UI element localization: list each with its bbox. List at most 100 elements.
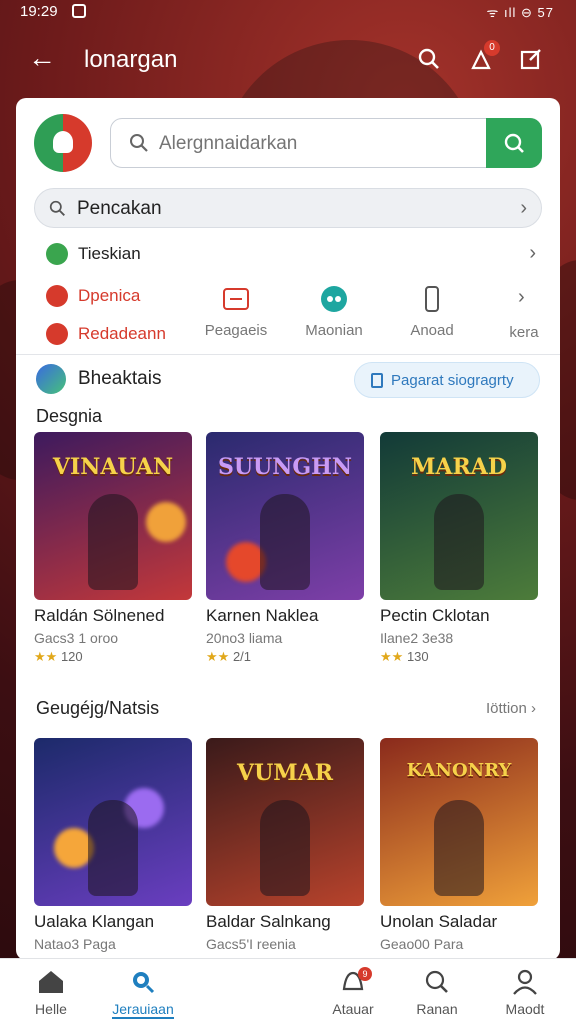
search-icon (504, 133, 524, 153)
bottom-navigation: Helle Jerauiaan 9 Atauar Ranan Maodt (0, 958, 576, 1024)
game-name: Raldán Sölnened (34, 606, 165, 625)
search-input[interactable] (159, 131, 479, 157)
game-rating: ★★ 2/1 (206, 649, 364, 665)
star-icon: ★★ (34, 649, 58, 664)
status-bar: 19:29 ᯤ ıll ⊖ 57 (0, 0, 576, 26)
nav-item-home[interactable]: Helle (6, 969, 96, 1017)
game-logo: VUMAR (237, 760, 333, 786)
fire-effect (146, 502, 186, 542)
nav-label: Maodt (505, 1001, 545, 1017)
search-submit-button[interactable] (486, 118, 542, 168)
list-item-label: Dpenica (78, 286, 141, 305)
main-card: Pencakan › Tieskian › Dpenica Redadeann … (16, 98, 560, 960)
game-name: Baldar Salnkang (206, 912, 331, 931)
search-icon (130, 134, 148, 152)
game-logo: SUUNGHN (217, 454, 353, 480)
status-time: 19:29 (20, 3, 58, 20)
chevron-right-icon[interactable]: › (518, 286, 525, 309)
search-icon (49, 200, 65, 216)
game-hero (260, 494, 310, 590)
game-hero (260, 800, 310, 896)
clipboard-icon (371, 373, 383, 388)
game-card[interactable]: MARAD Pectin Cklotan Ilane2 3e38 ★★ 130 (380, 432, 538, 665)
game-logo: VINAUAN (52, 454, 174, 480)
nav-item-search[interactable]: Jerauiaan (98, 969, 188, 1019)
list-item-label: Redadeann (78, 324, 166, 343)
list-item-redadeann[interactable]: Redadeann (46, 322, 186, 348)
game-card[interactable]: SUUNGHN Karnen Naklea 20no3 liama ★★ 2/1 (206, 432, 364, 665)
nav-item-profile[interactable]: Maodt (480, 969, 570, 1017)
home-icon (39, 971, 63, 993)
game-subtitle: Gacs5'I reenia (206, 936, 296, 952)
k-badge-icon (46, 285, 68, 307)
game-card[interactable]: VUMAR Baldar Salnkang Gacs5'I reenia (206, 738, 364, 952)
divider (16, 354, 560, 355)
search-icon[interactable] (416, 46, 442, 72)
nav-item-ranan[interactable]: Ranan (392, 969, 482, 1017)
gamepad-icon (321, 286, 347, 312)
category-maonian[interactable]: Maonian (294, 282, 374, 339)
status-indicators: ᯤ ıll ⊖ 57 (486, 5, 554, 20)
search-bar (110, 118, 542, 168)
section-subtitle: Desgnia (36, 406, 103, 426)
game-card[interactable]: KANONRY Unolan Saladar Geao00 Para (380, 738, 538, 952)
game-name: Unolan Saladar (380, 912, 498, 931)
quick-search-pill[interactable]: Pencakan › (34, 188, 542, 228)
avatar[interactable] (34, 114, 92, 172)
category-label: kera (509, 324, 539, 341)
game-rating: ★★ 130 (380, 649, 538, 665)
back-arrow-icon[interactable]: ← (28, 44, 56, 72)
notification-icon (72, 4, 86, 18)
game-subtitle: 20no3 liama (206, 630, 283, 646)
category-anoad[interactable]: Anoad (392, 282, 472, 339)
rating-value: 2/1 (232, 649, 252, 664)
category-label: Maonian (305, 322, 363, 339)
section-title: Geugéjg/Natsis (36, 698, 160, 718)
game-thumbnail: VINAUAN (34, 432, 192, 600)
game-thumbnail: VUMAR (206, 738, 364, 906)
game-subtitle: Natao3 Paga (34, 936, 116, 952)
nav-label: Helle (35, 1001, 67, 1017)
game-name: Karnen Naklea (206, 606, 319, 625)
filter-chip[interactable]: Pagarat siogragrty (354, 362, 540, 398)
game-card[interactable]: Ualaka Klangan Natao3 Paga (34, 738, 192, 952)
game-thumbnail (34, 738, 192, 906)
game-logo: KANONRY (406, 760, 512, 781)
star-icon: ★★ (380, 649, 404, 664)
location-pin-icon (46, 323, 68, 345)
game-card[interactable]: VINAUAN Raldán Sölnened Gacs3 1 oroo ★★ … (34, 432, 192, 665)
notification-badge: 0 (484, 40, 500, 56)
category-label: Anoad (410, 322, 454, 339)
nav-item-notifications[interactable]: 9 Atauar (308, 967, 398, 1017)
game-thumbnail: KANONRY (380, 738, 538, 906)
list-item-tieskian[interactable]: Tieskian › (46, 242, 536, 268)
rating-value: 130 (406, 649, 429, 664)
category-kera[interactable]: kera (494, 324, 554, 341)
category-label: Peagaeis (204, 322, 268, 339)
game-hero (434, 800, 484, 896)
game-thumbnail: SUUNGHN (206, 432, 364, 600)
game-name: Pectin Cklotan (380, 606, 490, 625)
ticket-icon (223, 288, 249, 310)
phone-icon (425, 286, 439, 312)
nav-label: Atauar (332, 1001, 374, 1017)
top-app-bar: ← lonargan 0 (0, 34, 576, 86)
search-icon (133, 972, 155, 994)
section-title: Bheaktais (78, 368, 162, 389)
quick-search-label: Pencakan (77, 198, 162, 219)
nav-label: Jerauiaan (112, 1001, 174, 1019)
rating-value: 120 (60, 649, 83, 664)
game-hero (88, 800, 138, 896)
game-name: Ualaka Klangan (34, 912, 155, 931)
list-item-dpenica[interactable]: Dpenica (46, 284, 176, 310)
chevron-right-icon: › (520, 197, 527, 219)
notification-badge: 9 (358, 967, 372, 981)
see-all-link[interactable]: Iöttion › (486, 700, 536, 717)
category-peagaeis[interactable]: Peagaeis (196, 282, 276, 339)
star-icon: ★★ (206, 649, 230, 664)
game-hero (88, 494, 138, 590)
edit-icon[interactable] (518, 46, 544, 72)
checkmark-icon (36, 364, 66, 394)
user-icon (53, 131, 73, 153)
game-hero (434, 494, 484, 590)
